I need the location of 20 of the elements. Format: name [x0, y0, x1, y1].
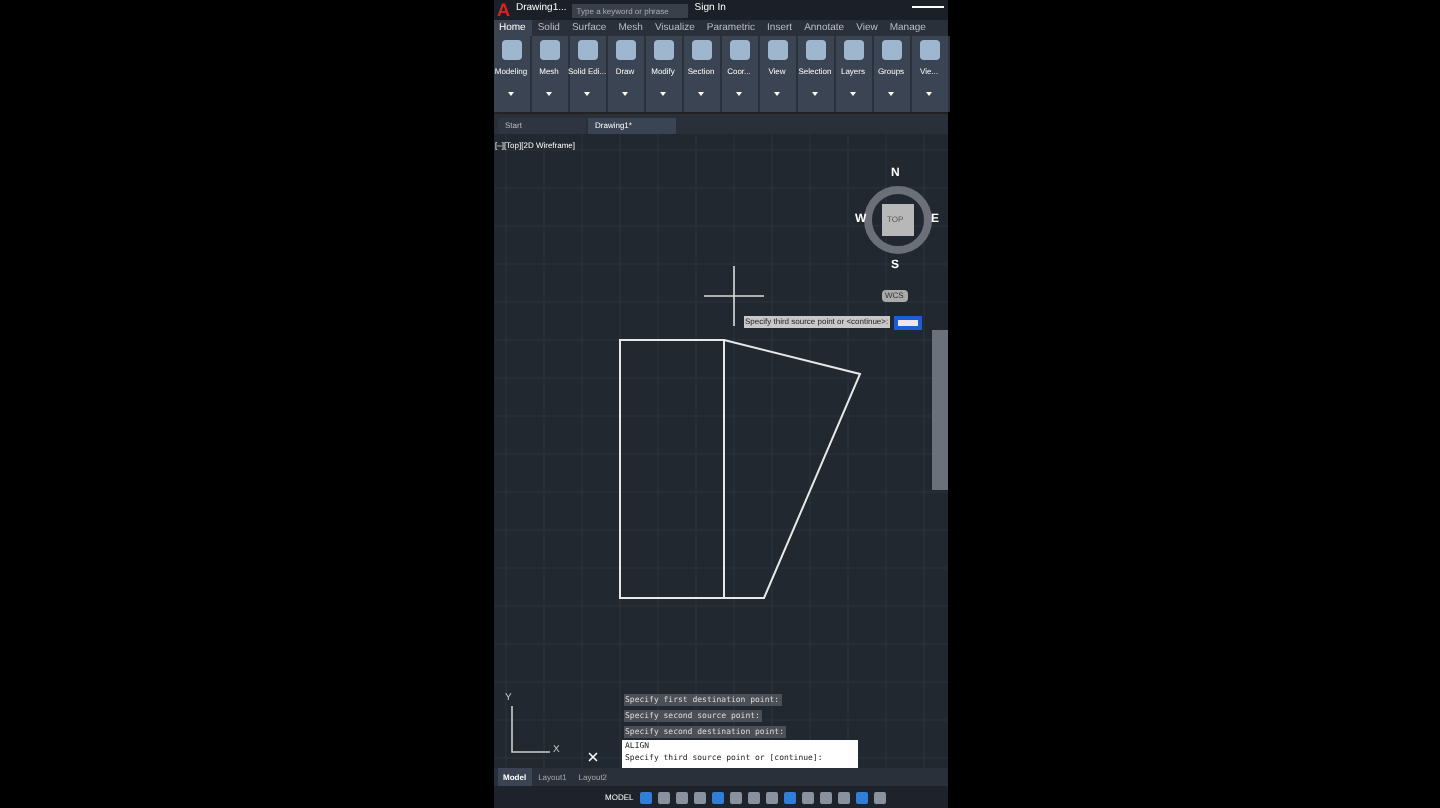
caret-icon	[926, 92, 932, 96]
caret-icon	[850, 92, 856, 96]
caret-icon	[812, 92, 818, 96]
caret-icon	[774, 92, 780, 96]
viewcube-face	[881, 204, 913, 236]
caret-icon	[546, 92, 552, 96]
viewcube-ring	[863, 186, 931, 254]
caret-icon	[736, 92, 742, 96]
drawing-canvas[interactable]	[493, 134, 947, 768]
caret-icon	[698, 92, 704, 96]
window-controls-icon[interactable]	[911, 6, 943, 14]
navigation-bar[interactable]	[931, 330, 947, 490]
caret-icon	[660, 92, 666, 96]
caret-icon	[622, 92, 628, 96]
input-field[interactable]	[893, 316, 921, 330]
close-icon[interactable]	[587, 752, 597, 762]
caret-icon	[508, 92, 514, 96]
caret-icon	[888, 92, 894, 96]
ucs-icon	[510, 705, 550, 753]
caret-icon	[584, 92, 590, 96]
